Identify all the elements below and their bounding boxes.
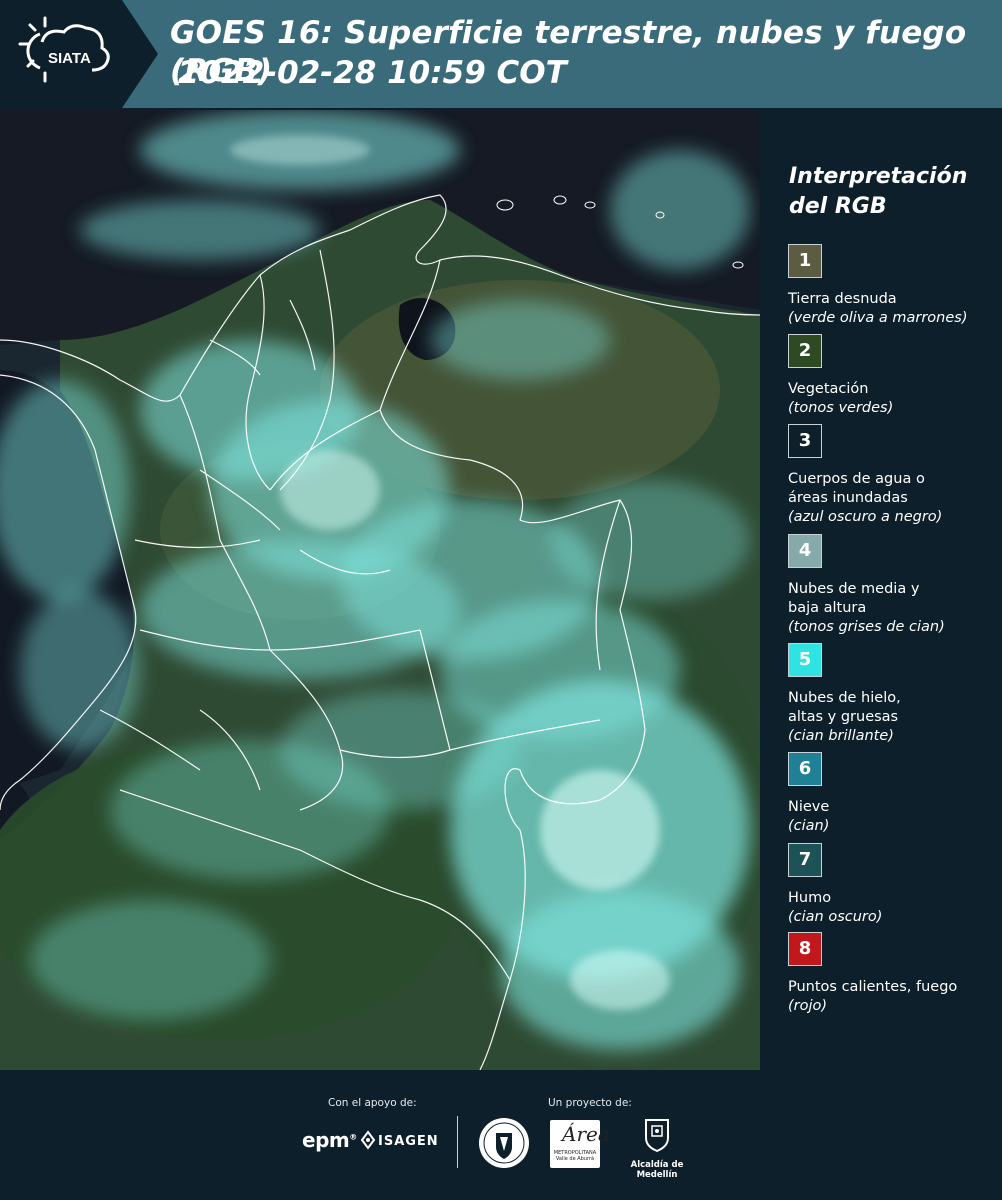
map-timestamp: 2022-02-28 10:59 COT [178,55,567,91]
legend-description: (cian) [788,818,830,834]
legend-swatch: 6 [788,752,822,786]
legend-swatch: 8 [788,932,822,966]
legend-swatch: 3 [788,424,822,458]
legend-item-fire: 8 Puntos calientes, fuego (rojo) [788,932,993,1016]
legend-item-vegetation: 2 Vegetación (tonos verdes) [788,334,993,418]
project-label: Un proyecto de: [548,1097,632,1109]
satellite-map[interactable] [0,110,760,1070]
footer-divider [457,1116,458,1168]
legend-label: Nubes de hielo, altas y gruesas [788,690,901,725]
siata-logo: SIATA [0,0,158,108]
isagen-icon [360,1130,376,1150]
legend-swatch: 4 [788,534,822,568]
legend-item-ice-clouds: 5 Nubes de hielo, altas y gruesas (cian … [788,643,993,746]
legend-label: Nubes de media y baja altura [788,581,920,616]
legend-label: Cuerpos de agua o áreas inundadas [788,471,925,506]
legend-item-snow: 6 Nieve (cian) [788,752,993,836]
legend-label: Nieve [788,799,830,815]
legend-description: (tonos verdes) [788,400,894,416]
legend-label: Humo [788,890,832,906]
support-label: Con el apoyo de: [328,1097,417,1109]
legend-description: (cian brillante) [788,728,894,744]
legend-description: (tonos grises de cian) [788,619,945,635]
legend-label: Puntos calientes, fuego [788,979,958,995]
area-metropolitana-logo: Área METROPOLITANA Valle de Aburrá [550,1120,610,1168]
legend-description: (azul oscuro a negro) [788,509,943,525]
legend-swatch: 5 [788,643,822,677]
university-seal-icon [478,1117,530,1173]
legend-swatch: 7 [788,843,822,877]
legend-description: (cian oscuro) [788,909,883,925]
legend-swatch: 2 [788,334,822,368]
legend-label: Vegetación [788,381,869,397]
legend-title: Interpretación del RGB [789,164,968,219]
alcaldia-medellin-logo: Alcaldía de Medellín [612,1118,702,1180]
header: SIATA GOES 16: Superficie terrestre, nub… [0,0,1002,108]
legend-item-low-clouds: 4 Nubes de media y baja altura (tonos gr… [788,534,993,637]
isagen-logo: ISAGEN [360,1130,438,1154]
legend-item-water-bodies: 3 Cuerpos de agua o áreas inundadas (azu… [788,424,993,527]
legend-item-bare-soil: 1 Tierra desnuda (verde oliva a marrones… [788,244,993,328]
rgb-legend: Interpretación del RGB 1 Tierra desnuda … [775,110,997,1070]
shield-icon [645,1119,669,1153]
legend-description: (rojo) [788,998,828,1014]
epm-logo: epm® [302,1128,357,1152]
legend-label: Tierra desnuda [788,291,897,307]
footer: Con el apoyo de: Un proyecto de: epm® IS… [0,1070,1002,1200]
legend-description: (verde oliva a marrones) [788,310,968,326]
legend-item-smoke: 7 Humo (cian oscuro) [788,843,993,927]
siata-logo-text: SIATA [48,50,91,67]
legend-swatch: 1 [788,244,822,278]
